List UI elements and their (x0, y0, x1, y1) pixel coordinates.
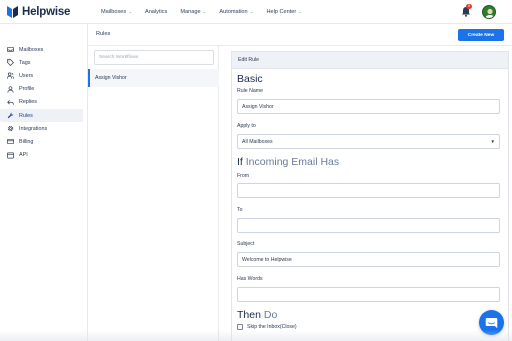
chevron-down-icon: ⌄ (128, 9, 132, 14)
from-field[interactable] (237, 183, 500, 198)
tag-icon (7, 59, 14, 67)
apply-to-value: All Mailboxes (242, 138, 273, 145)
nav-manage[interactable]: Manage ⌄ (180, 9, 206, 15)
skip-inbox-option[interactable]: Skip the Inbox(Close) (237, 324, 297, 330)
profile-icon (7, 86, 14, 93)
nav-analytics[interactable]: Analytics (145, 9, 167, 15)
top-bar: Helpwise Mailboxes ⌄ Analytics Manage ⌄ … (0, 0, 512, 24)
nav-analytics-label: Analytics (144, 9, 168, 15)
edit-rule-header: Edit Rule (231, 51, 509, 69)
if-heading-keyword: If (237, 156, 243, 168)
sidebar-item-replies[interactable]: Replies (0, 96, 83, 109)
workflow-item-assign-vishor[interactable]: Assign Vishor (88, 69, 219, 87)
sidebar: Mailboxes Tags Users Profile Replies Rul… (0, 24, 88, 341)
section-heading-basic: Basic (237, 73, 263, 85)
nav-mailboxes-label: Mailboxes (101, 9, 127, 15)
reply-icon (7, 99, 14, 105)
apply-to-select[interactable]: All Mailboxes ▼ (237, 134, 500, 149)
sidebar-item-label: Profile (19, 86, 35, 93)
inbox-icon (7, 47, 14, 53)
from-label: From (237, 173, 250, 179)
chat-bubble-icon (485, 317, 498, 328)
sidebar-item-label: Billing (19, 138, 34, 145)
section-heading-then: Then Do (237, 309, 277, 321)
section-heading-if: If Incoming Email Has (237, 156, 339, 168)
users-icon (7, 72, 14, 80)
apply-to-label: Apply to (237, 123, 256, 129)
if-heading-text: Incoming Email Has (245, 156, 340, 168)
sidebar-item-rules[interactable]: Rules (0, 108, 83, 123)
nav-help-center-label: Help Center (266, 9, 297, 15)
sidebar-item-users[interactable]: Users (0, 69, 83, 82)
skip-inbox-checkbox[interactable] (237, 324, 243, 330)
sidebar-item-label: Integrations (19, 125, 48, 132)
rule-name-label: Rule Name (237, 88, 263, 94)
avatar[interactable] (482, 5, 496, 19)
sidebar-item-label: Rules (19, 112, 33, 119)
sidebar-item-integrations[interactable]: Integrations (0, 122, 83, 135)
sidebar-item-billing[interactable]: Billing (0, 135, 83, 148)
search-workflows-input[interactable]: Search Workflows (94, 50, 214, 65)
card-icon (7, 139, 14, 145)
sidebar-item-mailboxes[interactable]: Mailboxes (0, 43, 83, 56)
avatar-person-icon (485, 8, 495, 18)
nav-automation[interactable]: Automation ⌄ (219, 9, 253, 15)
to-label: To (237, 207, 243, 213)
sidebar-item-profile[interactable]: Profile (0, 83, 83, 96)
sidebar-item-tags[interactable]: Tags (0, 56, 83, 69)
sidebar-item-label: Tags (19, 59, 31, 66)
has-words-label: Has Words (237, 276, 263, 282)
nav-mailboxes[interactable]: Mailboxes ⌄ (101, 9, 132, 15)
skip-inbox-label: Skip the Inbox(Close) (247, 324, 297, 330)
has-words-field[interactable] (237, 287, 500, 302)
nav-help-center[interactable]: Help Center ⌄ (266, 9, 302, 15)
chevron-down-icon: ⌄ (202, 9, 207, 14)
then-heading-keyword: Then (237, 309, 261, 321)
helpwise-logo-icon (7, 6, 18, 18)
chevron-down-icon: ⌄ (298, 9, 303, 14)
rule-name-field[interactable]: Assign Vishor (237, 99, 500, 114)
helpwise-logo[interactable]: Helpwise (6, 4, 70, 20)
chevron-down-icon: ⌄ (249, 9, 254, 14)
sidebar-item-label: Replies (19, 99, 37, 106)
sidebar-item-label: Mailboxes (19, 46, 44, 53)
notification-badge: 9 (466, 4, 472, 9)
subject-label: Subject (237, 241, 255, 247)
rules-header: Rules Create New (88, 24, 512, 46)
sidebar-item-label: Users (19, 72, 34, 79)
main-nav: Mailboxes ⌄ Analytics Manage ⌄ Automatio… (101, 0, 315, 24)
chat-launcher-button[interactable] (479, 310, 504, 335)
api-icon (7, 152, 14, 159)
sidebar-item-api[interactable]: API (0, 149, 83, 162)
sidebar-item-label: API (19, 152, 28, 159)
logo-text: Helpwise (22, 6, 71, 18)
wrench-icon (7, 112, 14, 119)
nav-automation-label: Automation (219, 9, 248, 15)
to-field[interactable] (237, 218, 500, 233)
page-title: Rules (96, 31, 111, 37)
nav-manage-label: Manage (180, 9, 201, 15)
subject-field[interactable]: Welcome to Helpwise (237, 252, 500, 267)
create-new-button[interactable]: Create New (458, 29, 504, 41)
caret-down-icon: ▼ (490, 139, 495, 144)
gear-icon (7, 126, 14, 132)
then-heading-text: Do (263, 309, 278, 321)
